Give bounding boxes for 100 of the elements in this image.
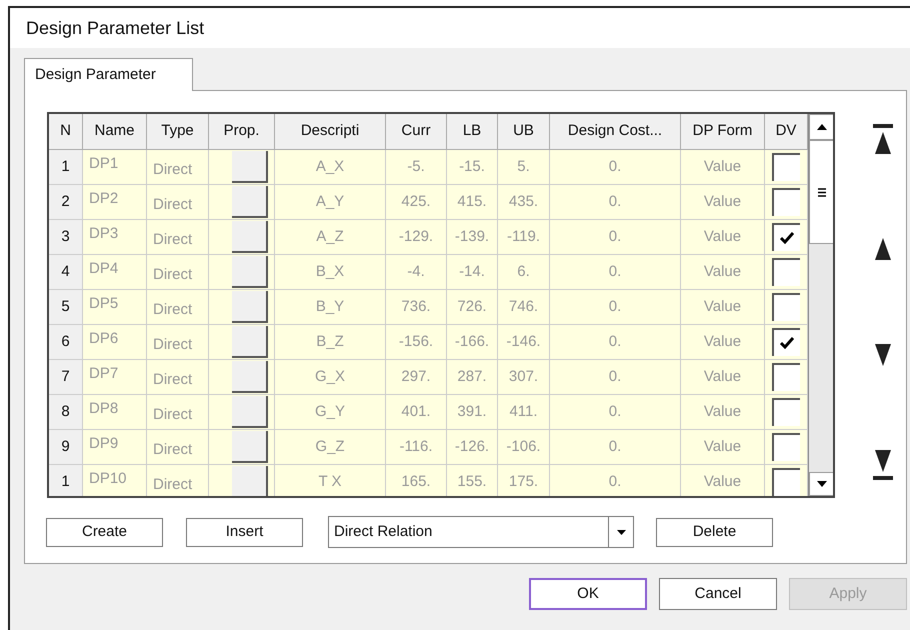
table-cell: Value xyxy=(681,465,765,496)
table-cell: -146. xyxy=(498,325,550,360)
table-cell: B_Z xyxy=(275,325,386,360)
row-number: 9 xyxy=(49,430,83,465)
column-header[interactable]: LB xyxy=(447,114,498,150)
table-cell: 401. xyxy=(386,395,447,430)
checkbox[interactable] xyxy=(772,153,800,181)
table-cell: DP7 xyxy=(83,360,147,395)
table-cell: DP3 xyxy=(83,220,147,255)
table-cell: 155. xyxy=(447,465,498,496)
table-cell: A_X xyxy=(275,150,386,185)
column-header[interactable]: N xyxy=(49,114,83,150)
table-cell: -106. xyxy=(498,430,550,465)
table-cell: 411. xyxy=(498,395,550,430)
up-arrow-icon xyxy=(816,124,826,130)
tab[interactable]: Design Parameter xyxy=(24,58,193,91)
scroll-down-button[interactable] xyxy=(809,472,833,496)
table-cell: 165. xyxy=(386,465,447,496)
prop-button[interactable] xyxy=(232,256,268,288)
delete-button[interactable]: Delete xyxy=(656,518,773,546)
table-cell: G_Y xyxy=(275,395,386,430)
table-cell: DP10 xyxy=(83,465,147,496)
checkbox[interactable] xyxy=(772,363,800,391)
checkbox[interactable] xyxy=(772,188,800,216)
column-header[interactable]: Descripti xyxy=(275,114,386,150)
prop-button[interactable] xyxy=(232,151,268,183)
row-number: 5 xyxy=(49,290,83,325)
table-cell: Direct xyxy=(147,255,209,290)
dialog-button[interactable]: Cancel xyxy=(659,578,777,610)
checkbox[interactable] xyxy=(772,433,800,461)
table-cell: Direct xyxy=(147,220,209,255)
table-cell: 746. xyxy=(498,290,550,325)
dialog-button[interactable]: OK xyxy=(529,578,647,610)
table-cell: Direct xyxy=(147,360,209,395)
table-cell: DP9 xyxy=(83,430,147,465)
column-header[interactable]: Type xyxy=(147,114,209,150)
relation-dropdown[interactable]: Direct Relation xyxy=(328,516,634,548)
table-cell: Value xyxy=(681,430,765,465)
table-cell: B_Y xyxy=(275,290,386,325)
table-cell: 287. xyxy=(447,360,498,395)
prop-button[interactable] xyxy=(232,221,268,253)
check-icon xyxy=(780,232,794,244)
table-cell: 297. xyxy=(386,360,447,395)
table-cell: Direct xyxy=(147,290,209,325)
column-header[interactable]: DV xyxy=(765,114,808,150)
table-cell: DP6 xyxy=(83,325,147,360)
prop-button[interactable] xyxy=(232,466,268,496)
column-header[interactable]: DP Form xyxy=(681,114,765,150)
row-number: 1 xyxy=(49,150,83,185)
move-to-top-icon[interactable] xyxy=(871,124,895,156)
checkbox[interactable] xyxy=(772,293,800,321)
table-cell: 0. xyxy=(550,185,681,220)
table-cell: 726. xyxy=(447,290,498,325)
table-cell: 0. xyxy=(550,220,681,255)
scroll-up-button[interactable] xyxy=(809,114,833,140)
row-number: 3 xyxy=(49,220,83,255)
table-cell: 435. xyxy=(498,185,550,220)
caret-icon xyxy=(616,530,626,534)
column-header[interactable]: Curr xyxy=(386,114,447,150)
table-cell: Value xyxy=(681,360,765,395)
table-cell: B_X xyxy=(275,255,386,290)
vertical-scrollbar[interactable] xyxy=(808,114,833,496)
table-cell: 307. xyxy=(498,360,550,395)
column-header[interactable]: Prop. xyxy=(209,114,275,150)
table-cell: DP5 xyxy=(83,290,147,325)
table-cell: A_Y xyxy=(275,185,386,220)
prop-button[interactable] xyxy=(232,361,268,393)
checkbox[interactable] xyxy=(772,328,800,356)
table-cell: 0. xyxy=(550,430,681,465)
row-number: 7 xyxy=(49,360,83,395)
check-icon xyxy=(780,337,794,349)
checkbox[interactable] xyxy=(772,468,800,496)
action-button[interactable]: Insert xyxy=(186,518,303,546)
row-number: 4 xyxy=(49,255,83,290)
prop-button[interactable] xyxy=(232,186,268,218)
down-arrow-icon xyxy=(816,481,826,487)
prop-button[interactable] xyxy=(232,431,268,463)
action-button[interactable]: Create xyxy=(46,518,163,546)
prop-button[interactable] xyxy=(232,396,268,428)
prop-button[interactable] xyxy=(232,291,268,323)
checkbox[interactable] xyxy=(772,258,800,286)
table-cell: Value xyxy=(681,395,765,430)
table-cell: 175. xyxy=(498,465,550,496)
column-header[interactable]: Name xyxy=(83,114,147,150)
move-to-bottom-icon[interactable] xyxy=(871,448,895,480)
table-cell: 425. xyxy=(386,185,447,220)
row-number: 6 xyxy=(49,325,83,360)
table-cell: DP4 xyxy=(83,255,147,290)
table-cell: Value xyxy=(681,290,765,325)
checkbox[interactable] xyxy=(772,398,800,426)
window-title: Design Parameter List xyxy=(26,16,204,40)
column-header[interactable]: UB xyxy=(498,114,550,150)
column-header[interactable]: Design Cost... xyxy=(550,114,681,150)
table-cell: 415. xyxy=(447,185,498,220)
checkbox[interactable] xyxy=(772,223,800,251)
table-cell: Direct xyxy=(147,395,209,430)
prop-button[interactable] xyxy=(232,326,268,358)
table-cell: 0. xyxy=(550,290,681,325)
scroll-thumb[interactable] xyxy=(809,140,833,244)
table-cell: Value xyxy=(681,150,765,185)
